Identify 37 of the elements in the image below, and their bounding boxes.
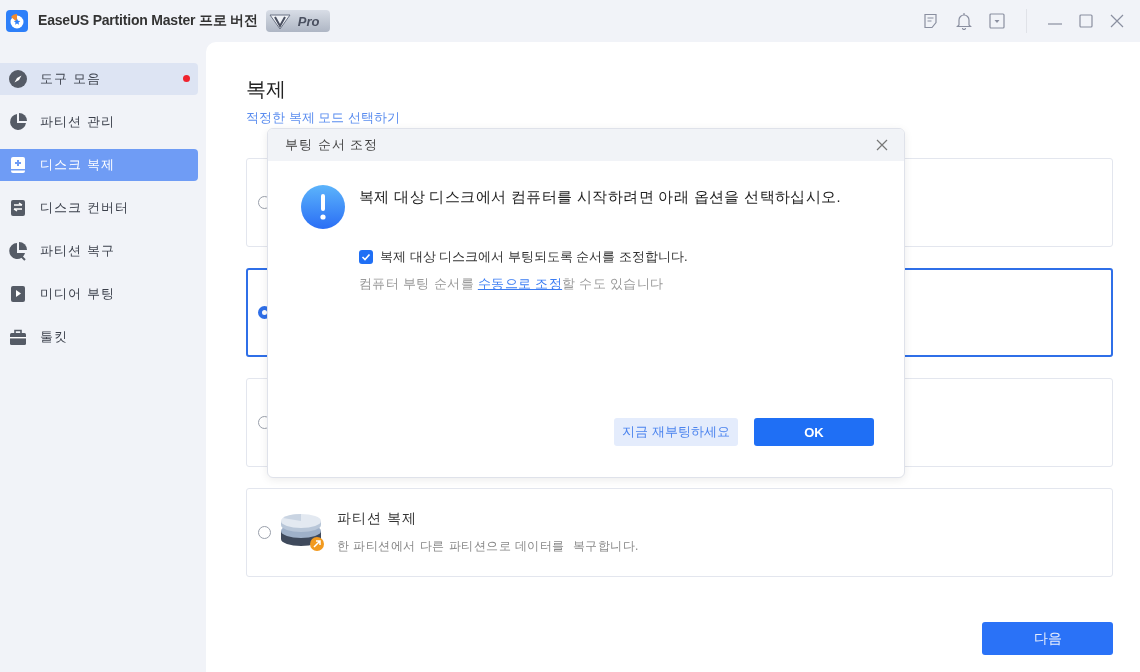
bell-icon[interactable] bbox=[956, 12, 972, 30]
sidebar-item[interactable]: 도구 모음 bbox=[0, 63, 198, 95]
disk-arrows-icon bbox=[8, 198, 28, 218]
sidebar-item[interactable]: 파티션 관리 bbox=[0, 106, 198, 138]
dialog-message: 복제 대상 디스크에서 컴퓨터를 시작하려면 아래 옵션을 선택하십시오. bbox=[359, 188, 842, 207]
app-logo-icon bbox=[6, 10, 28, 32]
ok-button[interactable]: OK bbox=[754, 418, 874, 446]
notes-icon[interactable] bbox=[923, 13, 939, 29]
close-icon bbox=[876, 139, 888, 151]
option-card[interactable]: 파티션 복제 한 파티션에서 다른 파티션으로 데이터를 복구합니다. bbox=[246, 488, 1113, 577]
sidebar-item[interactable]: 툴킷 bbox=[0, 321, 198, 353]
dialog-title: 부팅 순서 조정 bbox=[285, 136, 379, 154]
page-title: 복제 bbox=[246, 77, 287, 102]
disk-plus-icon bbox=[8, 155, 28, 175]
check-icon bbox=[361, 252, 371, 262]
option-description: 한 파티션에서 다른 파티션으로 데이터를 복구합니다. bbox=[337, 538, 639, 555]
sidebar-item[interactable]: 파티션 복구 bbox=[0, 235, 198, 267]
dropdown-icon[interactable] bbox=[989, 13, 1005, 29]
checkbox-label[interactable]: 복제 대상 디스크에서 부팅되도록 순서를 조정합니다. bbox=[380, 248, 688, 266]
checkbox[interactable] bbox=[359, 250, 373, 264]
maximize-icon[interactable] bbox=[1079, 14, 1093, 28]
window-title: EaseUS Partition Master 프로 버전 bbox=[38, 12, 258, 30]
pie-chart-icon bbox=[8, 112, 28, 132]
edition-badge: Pro bbox=[265, 10, 330, 32]
pie-recover-icon bbox=[8, 241, 28, 261]
close-button[interactable] bbox=[876, 139, 888, 151]
manual-adjust-link[interactable]: 수동으로 조정 bbox=[477, 277, 563, 291]
toolbox-icon bbox=[8, 327, 28, 347]
sidebar-item[interactable]: 미디어 부팅 bbox=[0, 278, 198, 310]
alert-icon bbox=[301, 185, 345, 229]
next-button[interactable]: 다음 bbox=[982, 622, 1113, 655]
close-icon[interactable] bbox=[1110, 14, 1124, 28]
hint-text: 컴퓨터 부팅 순서를 수동으로 조정 할 수도 있습니다 bbox=[359, 276, 665, 293]
media-play-icon bbox=[8, 284, 28, 304]
compass-icon bbox=[8, 69, 28, 89]
sidebar-item[interactable]: 디스크 컨버터 bbox=[0, 192, 198, 224]
option-title: 파티션 복제 bbox=[337, 510, 418, 528]
